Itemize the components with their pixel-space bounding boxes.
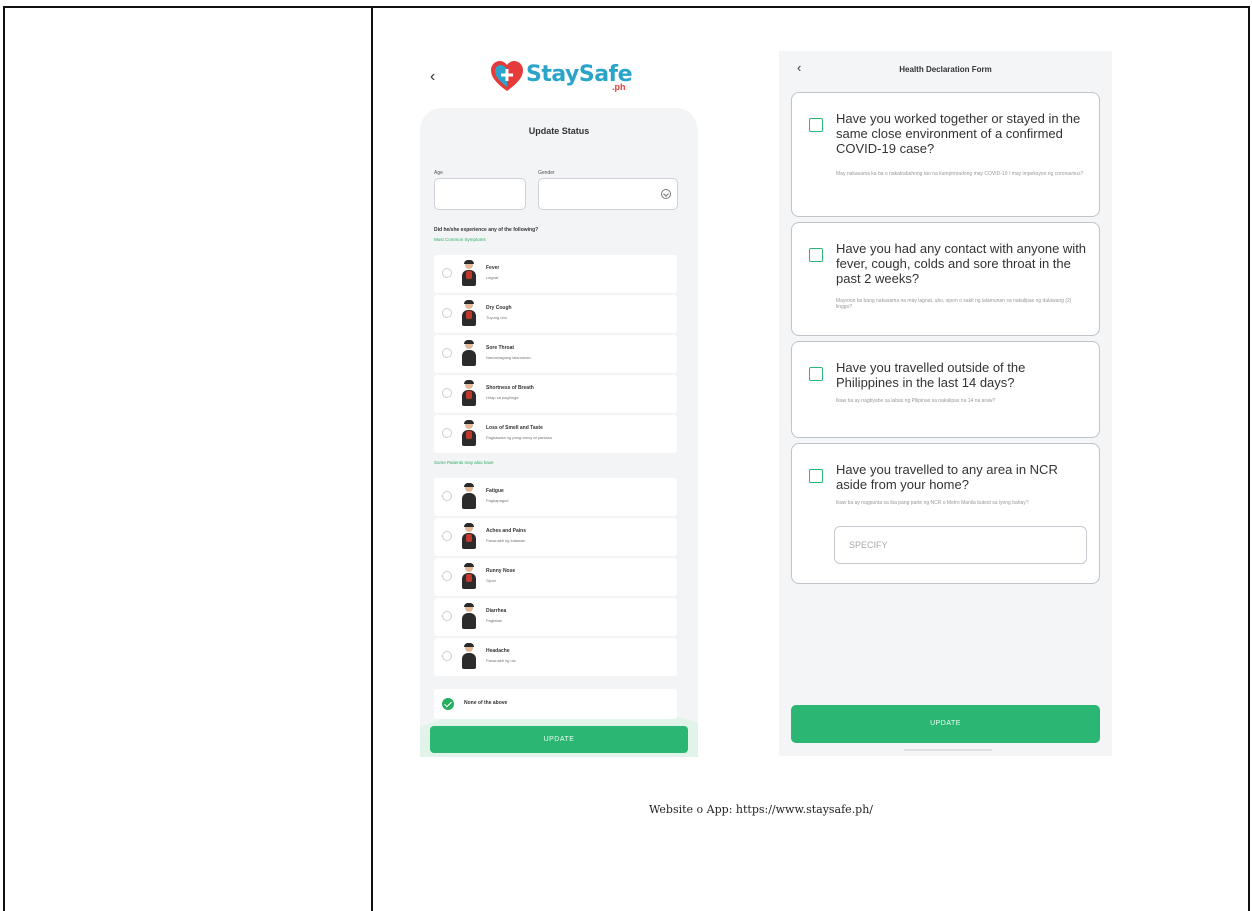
symptom-item[interactable]: Aches and Pains Pananakit ng katawan [434,518,677,556]
symptom-name: Dry Cough [486,305,512,311]
question-text: Have you had any contact with anyone wit… [836,241,1087,286]
question-card[interactable]: Have you worked together or stayed in th… [791,92,1100,217]
radio-button[interactable] [442,651,452,661]
person-sore-throat-icon [460,340,478,367]
checkbox[interactable] [809,118,823,132]
person-fatigue-icon [460,483,478,510]
radio-button[interactable] [442,531,452,541]
checkbox[interactable] [809,248,823,262]
radio-button[interactable] [442,308,452,318]
person-cough-icon [460,300,478,327]
radio-button[interactable] [442,388,452,398]
symptom-question: Did he/she experience any of the followi… [434,227,539,233]
symptom-translation: Pagkapagod [486,498,509,503]
person-runny-nose-icon [460,563,478,590]
home-indicator [904,749,992,751]
symptom-translation: Pagtatae [486,618,503,623]
radio-button[interactable] [442,428,452,438]
specify-input[interactable]: SPECIFY [834,526,1087,564]
symptom-translation: Pananakit ng katawan [486,538,526,543]
question-translation: Ikaw ba ay nagbyahe sa labas ng Pilipina… [836,398,996,404]
back-icon[interactable]: ‹ [430,68,435,86]
question-text: Have you travelled outside of the Philip… [836,360,1026,390]
symptom-translation: Tuyong ubo [486,315,507,320]
symptom-translation: Lagnat [486,275,499,280]
health-declaration-screen: ‹ Health Declaration Form Have you worke… [779,51,1112,756]
table-column-divider [371,6,373,911]
symptom-translation: Pananakit ng ulo [486,658,516,663]
question-translation: May nakasama ka ba o nakatrabahong tao n… [836,171,1084,177]
symptom-item[interactable]: Sore Throat Namamagang lalamunan [434,335,677,373]
symptom-name: Aches and Pains [486,528,527,534]
symptom-name: Sore Throat [486,345,515,351]
question-card[interactable]: Have you travelled outside of the Philip… [791,341,1100,438]
none-label: None of the above [464,700,508,706]
symptom-item[interactable]: Fever Lagnat [434,255,677,293]
screen-title: Health Declaration Form [899,65,992,74]
symptom-name: Fatigue [486,488,504,494]
symptom-item[interactable]: Diarrhea Pagtatae [434,598,677,636]
chevron-down-icon [661,189,671,199]
caption-text: Website o App: https://www.staysafe.ph/ [649,803,874,816]
symptom-item[interactable]: Dry Cough Tuyong ubo [434,295,677,333]
checkbox[interactable] [809,367,823,381]
symptom-translation: Pagkawala ng pang-amoy at panlasa [486,435,552,440]
update-status-screen: ‹ StaySafe .ph Update Status Age Gender … [420,52,698,757]
person-smell-icon [460,420,478,447]
symptom-name: Runny Nose [486,568,516,574]
staysafe-logo: StaySafe .ph [490,58,640,98]
symptom-name: Diarrhea [486,608,507,614]
symptom-translation: Hirap sa paghinga [486,395,519,400]
symptom-name: Fever [486,265,500,271]
gender-select[interactable] [538,178,678,210]
person-diarrhea-icon [460,603,478,630]
age-label: Age [434,170,443,176]
question-translation: Ikaw ba ay nagpunta sa iba pang parte ng… [836,500,1029,506]
symptom-item[interactable]: Shortness of Breath Hirap sa paghinga [434,375,677,413]
person-aches-icon [460,523,478,550]
checkbox[interactable] [809,469,823,483]
symptom-item[interactable]: Runny Nose Sipon [434,558,677,596]
update-button[interactable]: UPDATE [791,705,1100,743]
section-some-label: Some Patients may also have [434,460,494,465]
symptom-name: Loss of Smell and Taste [486,425,543,431]
check-circle-icon[interactable] [442,698,454,710]
status-form: Update Status Age Gender Did he/she expe… [420,108,698,757]
symptom-item[interactable]: Fatigue Pagkapagod [434,478,677,516]
symptom-item[interactable]: Headache Pananakit ng ulo [434,638,677,676]
question-card[interactable]: Have you had any contact with anyone wit… [791,222,1100,336]
radio-button[interactable] [442,611,452,621]
radio-button[interactable] [442,268,452,278]
symptom-name: Headache [486,648,510,654]
logo-domain: .ph [612,82,626,92]
none-of-the-above-option[interactable]: None of the above [434,689,677,719]
symptom-item[interactable]: Loss of Smell and Taste Pagkawala ng pan… [434,415,677,453]
radio-button[interactable] [442,348,452,358]
question-text: Have you travelled to any area in NCR as… [836,462,1058,492]
symptom-translation: Sipon [486,578,497,583]
question-text: Have you worked together or stayed in th… [836,111,1081,156]
person-breath-icon [460,380,478,407]
age-input[interactable] [434,178,526,210]
person-headache-icon [460,643,478,670]
radio-button[interactable] [442,491,452,501]
update-button[interactable]: UPDATE [430,726,688,753]
section-common-label: Most Common Symptoms [434,237,486,242]
question-translation: Mayroon ka bang nakasama na may lagnat, … [836,298,1072,310]
gender-label: Gender [538,170,555,176]
form-title: Update Status [528,126,590,136]
symptom-name: Shortness of Breath [486,385,534,391]
person-fever-icon [460,260,478,287]
question-card[interactable]: Have you travelled to any area in NCR as… [791,443,1100,584]
symptom-translation: Namamagang lalamunan [486,355,531,360]
heart-logo-icon [491,61,523,91]
radio-button[interactable] [442,571,452,581]
